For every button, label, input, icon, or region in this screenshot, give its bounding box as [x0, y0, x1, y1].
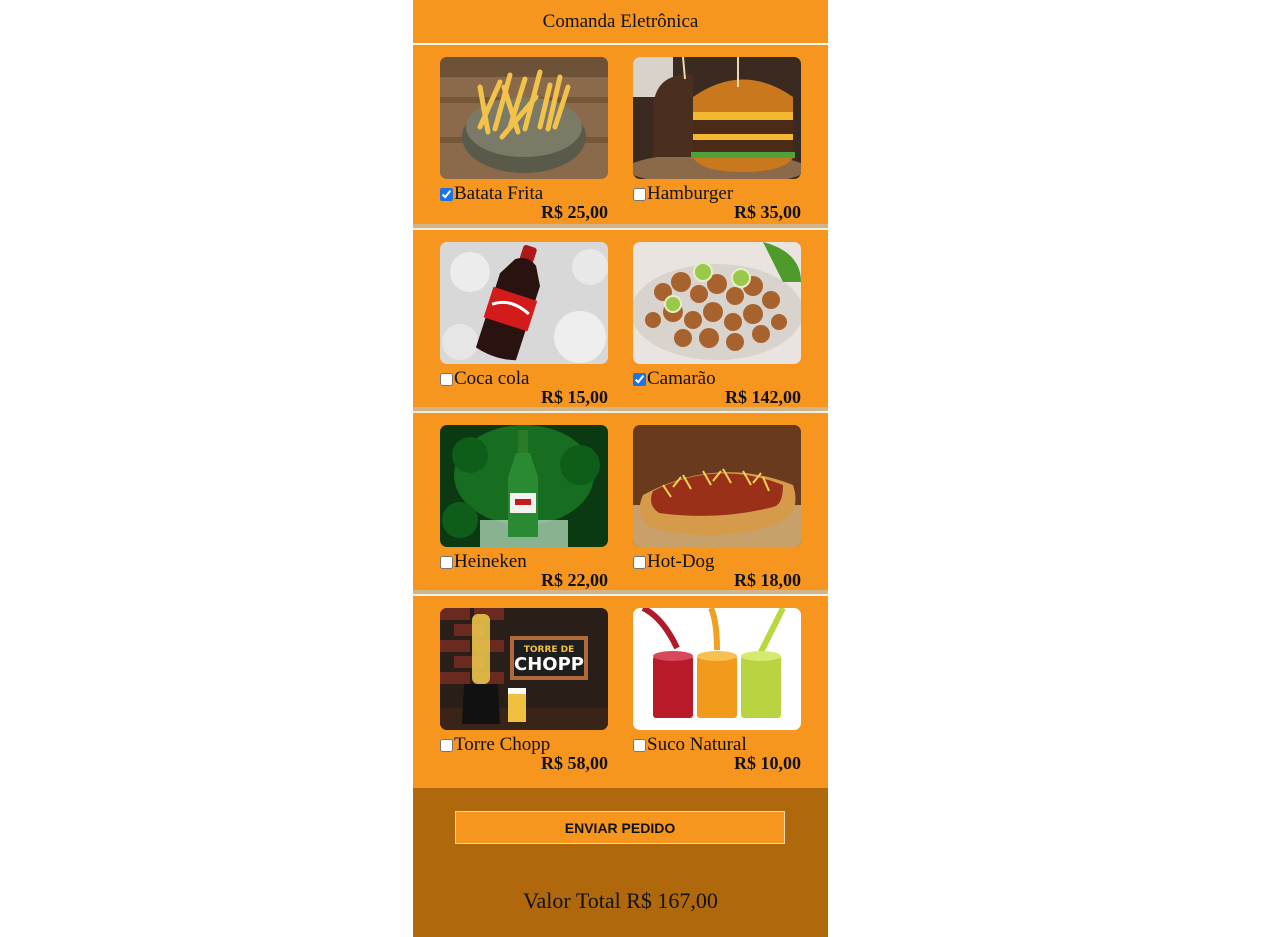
- chopp-tower-photo: TORRE DE CHOPP: [440, 608, 608, 730]
- item-checkbox-heineken[interactable]: [440, 555, 453, 569]
- item-checkbox-hamburger[interactable]: [633, 187, 646, 201]
- menu-row: Heineken R$ 22,00 Hot-Dog R$ 18,00: [413, 411, 828, 594]
- item-checkbox-hot-dog[interactable]: [633, 555, 646, 569]
- menu-item-suco-natural: Suco Natural R$ 10,00: [633, 608, 801, 772]
- hotdog-photo: [633, 425, 801, 547]
- item-name: Hot-Dog: [647, 551, 715, 572]
- chalkboard-label-large: CHOPP: [514, 654, 584, 675]
- item-price: R$ 25,00: [541, 202, 608, 222]
- item-price: R$ 35,00: [734, 202, 801, 222]
- item-label: Suco Natural: [633, 734, 801, 755]
- burger-photo: [633, 57, 801, 179]
- item-price: R$ 10,00: [734, 753, 801, 773]
- menu-item-batata-frita: Batata Frita R$ 25,00: [440, 57, 608, 221]
- item-label: Camarão: [633, 368, 801, 389]
- item-name: Hamburger: [647, 183, 734, 204]
- page-title: Comanda Eletrônica: [413, 0, 828, 45]
- item-checkbox-coca-cola[interactable]: [440, 372, 453, 386]
- item-price: R$ 18,00: [734, 570, 801, 590]
- menu-item-coca-cola: Coca cola R$ 15,00: [440, 242, 608, 406]
- item-name: Coca cola: [454, 368, 530, 389]
- item-checkbox-camarao[interactable]: [633, 372, 646, 386]
- item-label: Hot-Dog: [633, 551, 801, 572]
- menu-row: TORRE DE CHOPP Torre Chopp R$ 58,00 Suco…: [413, 594, 828, 782]
- menu-item-hot-dog: Hot-Dog R$ 18,00: [633, 425, 801, 589]
- item-label: Coca cola: [440, 368, 608, 389]
- item-name: Batata Frita: [454, 183, 544, 204]
- menu-item-torre-chopp: TORRE DE CHOPP Torre Chopp R$ 58,00: [440, 608, 608, 772]
- item-price: R$ 22,00: [541, 570, 608, 590]
- item-name: Camarão: [647, 368, 716, 389]
- item-name: Torre Chopp: [454, 734, 551, 755]
- item-name: Suco Natural: [647, 734, 747, 755]
- coke-photo: [440, 242, 608, 364]
- menu-item-hamburger: Hamburger R$ 35,00: [633, 57, 801, 221]
- order-panel: Comanda Eletrônica Batata Frita R$ 25,00…: [413, 0, 828, 937]
- item-label: Heineken: [440, 551, 608, 572]
- order-total: Valor Total R$ 167,00: [523, 888, 718, 913]
- item-price: R$ 142,00: [725, 387, 801, 407]
- beer-photo: [440, 425, 608, 547]
- item-label: Torre Chopp: [440, 734, 608, 755]
- shrimp-photo: [633, 242, 801, 364]
- item-label: Hamburger: [633, 183, 801, 204]
- order-footer: ENVIAR PEDIDO Valor Total R$ 167,00: [413, 788, 828, 937]
- send-order-button[interactable]: ENVIAR PEDIDO: [455, 811, 785, 844]
- item-label: Batata Frita: [440, 183, 608, 204]
- menu-item-camarao: Camarão R$ 142,00: [633, 242, 801, 406]
- item-price: R$ 58,00: [541, 753, 608, 773]
- juice-photo: [633, 608, 801, 730]
- item-checkbox-suco-natural[interactable]: [633, 738, 646, 752]
- fries-photo: [440, 57, 608, 179]
- item-price: R$ 15,00: [541, 387, 608, 407]
- menu-row: Batata Frita R$ 25,00 Hamburger R$ 35,00: [413, 45, 828, 228]
- menu-row: Coca cola R$ 15,00 Camarão R$ 142,00: [413, 228, 828, 411]
- item-checkbox-torre-chopp[interactable]: [440, 738, 453, 752]
- item-checkbox-batata-frita[interactable]: [440, 187, 453, 201]
- menu-item-heineken: Heineken R$ 22,00: [440, 425, 608, 589]
- item-name: Heineken: [454, 551, 527, 572]
